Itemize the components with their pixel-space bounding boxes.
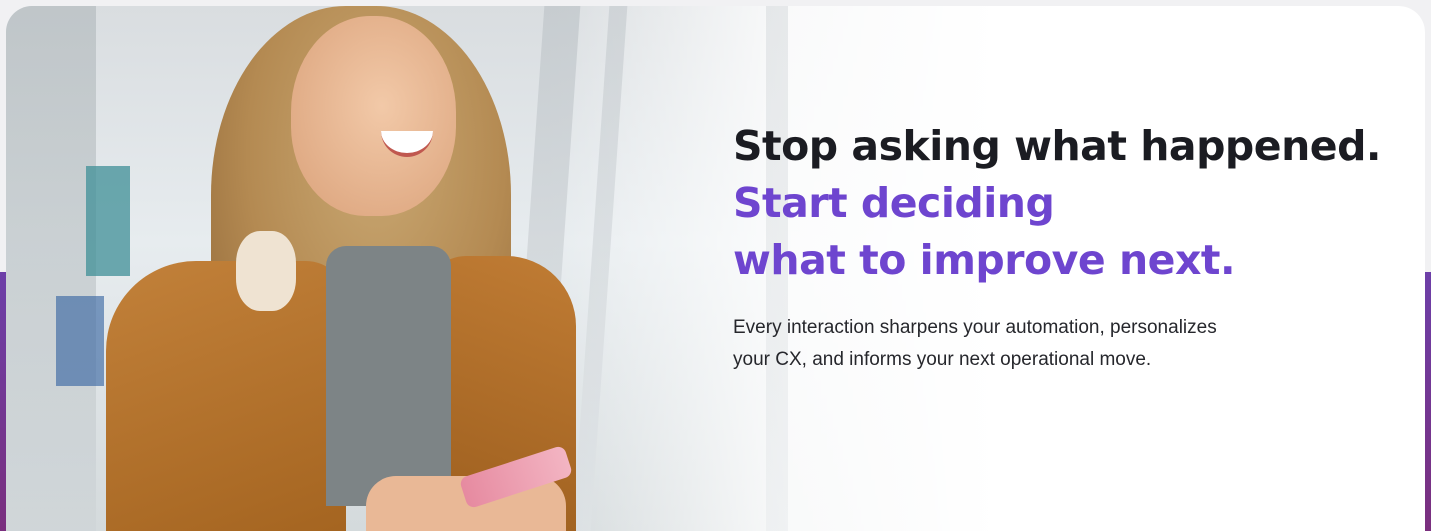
hero-description: Every interaction sharpens your automati… [733, 317, 1217, 370]
headline-line-2: Start deciding [733, 179, 1055, 227]
hero-card: Stop asking what happened. Start decidin… [6, 6, 1425, 531]
jacket-collar [236, 231, 296, 311]
photo-window-frame [572, 6, 628, 531]
woman-jacket [106, 261, 346, 531]
hero-headline: Stop asking what happened. Start decidin… [733, 118, 1393, 289]
photo-background-detail [86, 166, 130, 276]
woman-face [291, 16, 456, 216]
hero-content: Stop asking what happened. Start decidin… [733, 118, 1393, 376]
woman-sweater [326, 246, 451, 506]
headline-line-1: Stop asking what happened. [733, 122, 1382, 170]
photo-background-detail [56, 296, 104, 386]
photo-window-frame [6, 6, 96, 531]
headline-line-3: what to improve next. [733, 236, 1236, 284]
